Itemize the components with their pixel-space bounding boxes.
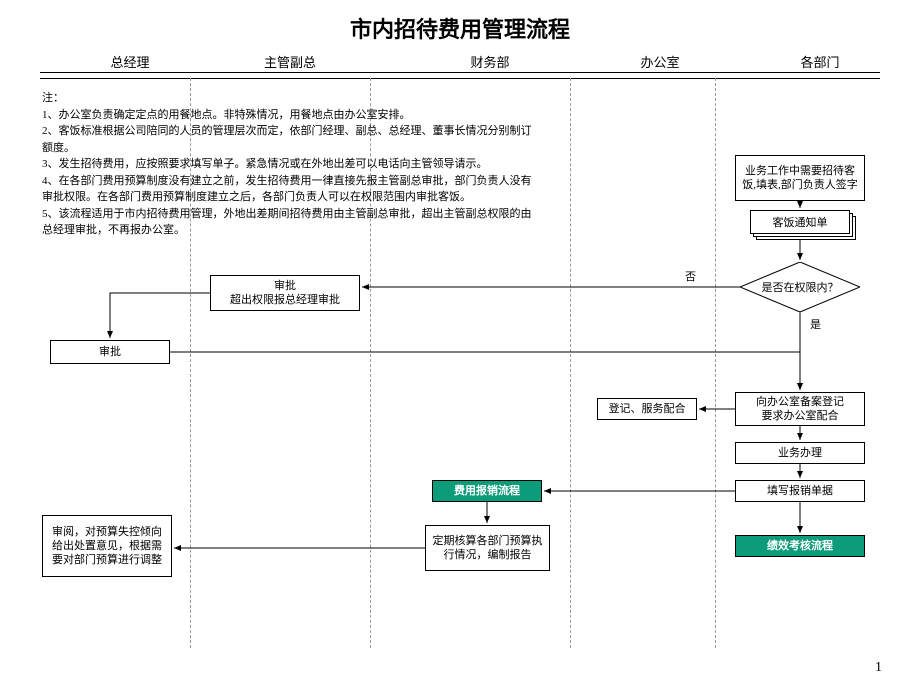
lane-dept: 各部门	[770, 52, 870, 71]
node-decision: 是否在权限内？	[740, 262, 860, 312]
node-handle: 业务办理	[735, 442, 865, 464]
node-gm-review: 审阅，对预算失控倾向给出处置意见，根据需要对部门预算进行调整	[42, 515, 172, 577]
node-perf-subprocess: 绩效考核流程	[735, 535, 865, 557]
note-4: 4、在各部门费用预算制度没有建立之前，发生招待费用一律直接先报主管副总审批，部门…	[42, 173, 542, 206]
node-periodic-report: 定期核算各部门预算执行情况，编制报告	[425, 525, 550, 571]
node-office-register: 登记、服务配合	[597, 398, 697, 420]
notes-block: 注： 1、办公室负责确定定点的用餐地点。非特殊情况，用餐地点由办公室安排。 2、…	[42, 90, 542, 239]
lane-office: 办公室	[610, 52, 710, 71]
document-label: 客饭通知单	[750, 210, 850, 234]
lane-finance: 财务部	[440, 52, 540, 71]
node-fill-reimb: 填写报销单据	[735, 480, 865, 502]
page-number: 1	[875, 660, 882, 676]
node-gm-approve: 审批	[50, 340, 170, 364]
node-file-office: 向办公室备案登记 要求办公室配合	[735, 392, 865, 426]
notes-heading: 注：	[42, 90, 542, 107]
node-vp-approve: 审批 超出权限报总经理审批	[210, 275, 360, 311]
page-title: 市内招待费用管理流程	[0, 0, 920, 52]
header-rule-bottom	[40, 78, 880, 79]
note-1: 1、办公室负责确定定点的用餐地点。非特殊情况，用餐地点由办公室安排。	[42, 107, 542, 124]
lane-vp: 主管副总	[240, 52, 340, 71]
lane-divider-4	[715, 78, 716, 648]
decision-yes-label: 是	[810, 316, 821, 332]
lane-divider-3	[570, 78, 571, 648]
node-reimb-subprocess: 费用报销流程	[432, 480, 542, 502]
header-rule-top	[40, 72, 880, 73]
node-document: 客饭通知单	[750, 210, 850, 234]
lane-gm: 总经理	[80, 52, 180, 71]
decision-text: 是否在权限内？	[740, 262, 860, 312]
note-5: 5、该流程适用于市内招待费用管理，外地出差期间招待费用由主管副总审批，超出主管副…	[42, 206, 542, 239]
note-3: 3、发生招待费用，应按照要求填写单子。紧急情况或在外地出差可以电话向主管领导请示…	[42, 156, 542, 173]
node-start: 业务工作中需要招待客饭,填表,部门负责人签字	[735, 155, 865, 201]
decision-no-label: 否	[685, 268, 696, 284]
note-2: 2、客饭标准根据公司陪同的人员的管理层次而定，依部门经理、副总、总经理、董事长情…	[42, 123, 542, 156]
